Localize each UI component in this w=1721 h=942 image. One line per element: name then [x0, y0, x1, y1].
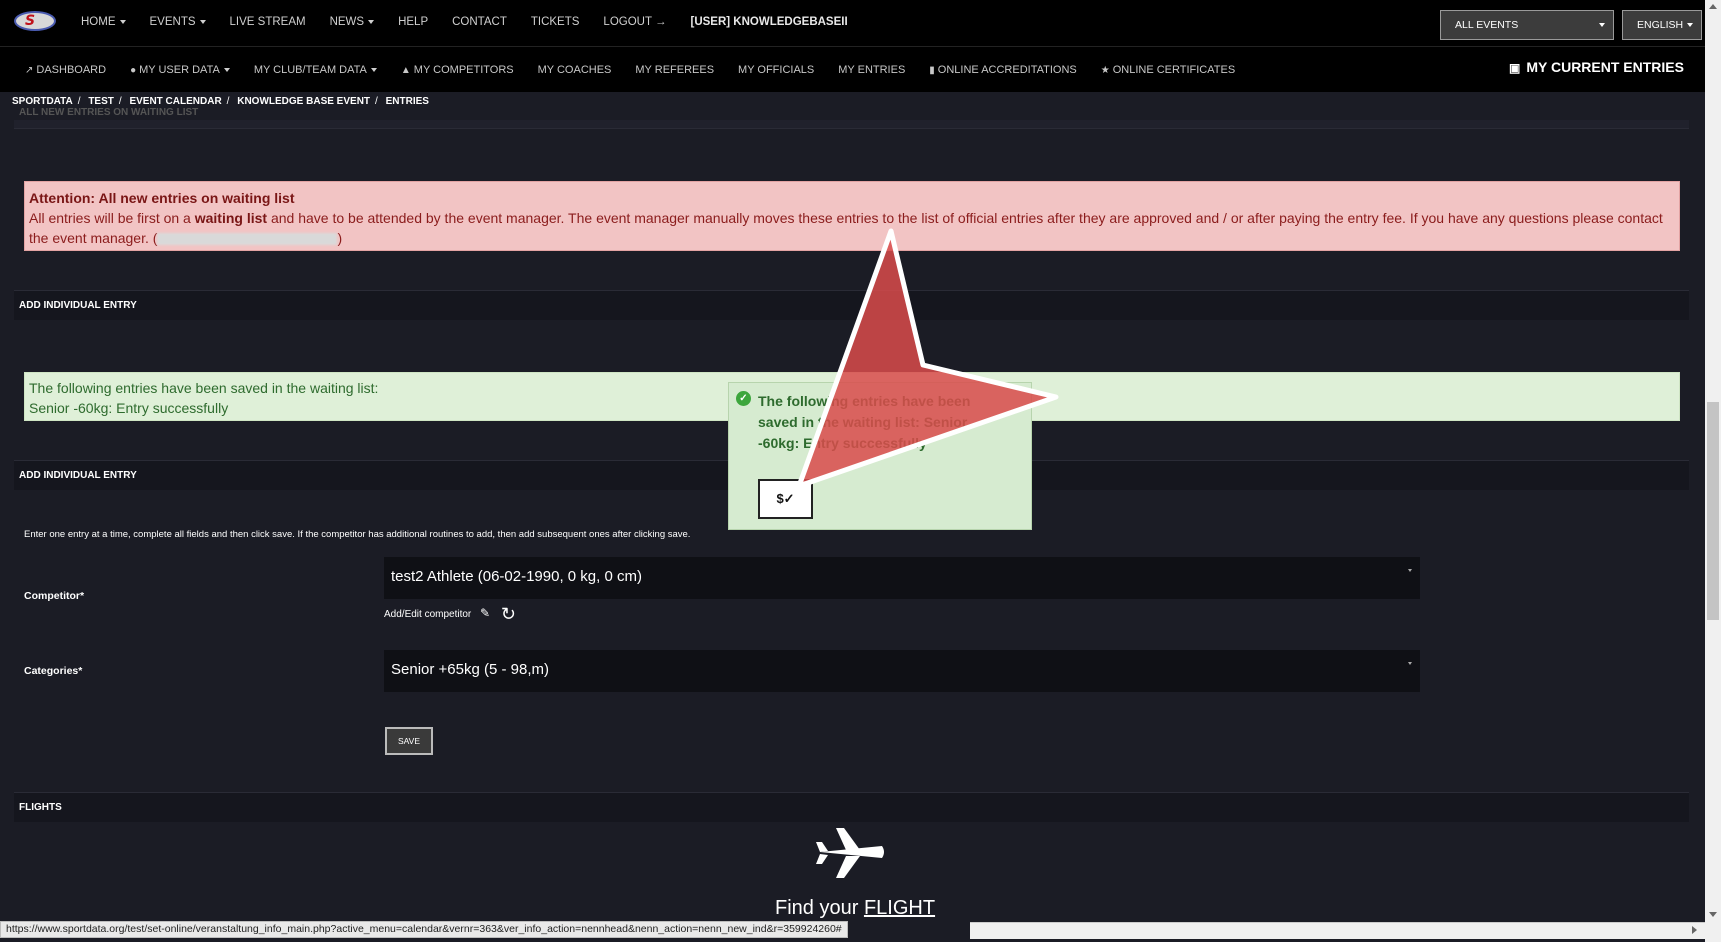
breadcrumb-item[interactable]: SPORTDATA [12, 96, 73, 107]
add-edit-competitor: Add/Edit competitor ✎ ↻ [384, 604, 516, 625]
horizontal-scrollbar[interactable] [970, 922, 1705, 939]
top-navbar: S HOME EVENTS LIVE STREAM NEWS HELP CONT… [0, 0, 1721, 46]
user-icon: ▲ [400, 65, 411, 76]
subnav-my-officials[interactable]: MY OFFICIALS [738, 63, 814, 78]
breadcrumb: SPORTDATA / TEST / EVENT CALENDAR / KNOWLED… [12, 96, 429, 107]
events-select[interactable]: ALL EVENTS [1440, 10, 1614, 40]
competitor-label: Competitor* [24, 590, 85, 602]
top-nav-menu: HOME EVENTS LIVE STREAM NEWS HELP CONTAC… [81, 14, 872, 30]
chevron-down-icon [1408, 569, 1412, 572]
nav-live-stream[interactable]: LIVE STREAM [230, 14, 306, 30]
user-navbar: ↗ DASHBOARD ● MY USER DATA MY CLUB/TEAM DA… [0, 46, 1721, 92]
logo-letter: S [25, 13, 36, 29]
categories-label: Categories* [24, 665, 83, 677]
subnav-my-coaches[interactable]: MY COACHES [538, 63, 612, 78]
attention-title: Attention: All new entries on waiting li… [29, 190, 295, 206]
refresh-icon[interactable]: ↻ [501, 604, 516, 624]
nav-contact[interactable]: CONTACT [452, 14, 507, 30]
add-edit-competitor-label: Add/Edit competitor [384, 609, 472, 621]
vertical-scrollbar-thumb[interactable] [1707, 402, 1719, 620]
redacted-email [157, 233, 338, 246]
nav-news[interactable]: NEWS [330, 14, 375, 30]
subnav-online-accreditations-label: ONLINE ACCREDITATIONS [937, 64, 1077, 76]
save-button[interactable]: SAVE [385, 727, 433, 755]
subnav-my-competitors-label: MY COMPETITORS [413, 64, 514, 76]
subnav-my-entries[interactable]: MY ENTRIES [838, 63, 905, 78]
breadcrumb-item[interactable]: TEST [88, 96, 114, 107]
competitor-select-value: test2 Athlete (06-02-1990, 0 kg, 0 cm) [391, 568, 642, 585]
close-paren: ) [337, 230, 343, 246]
scroll-up-icon[interactable] [1709, 4, 1717, 9]
popup-message: The following entries have been saved in… [758, 393, 971, 451]
section-header-waiting-list: ALL NEW ENTRIES ON WAITING LIST [19, 107, 199, 118]
form-hint: Enter one entry at a time, complete all … [24, 529, 691, 540]
chart-icon: ↗ [25, 65, 34, 76]
subnav-dashboard[interactable]: ↗ DASHBOARD [25, 63, 106, 78]
categories-select-value: Senior +65kg (5 - 98,m) [391, 661, 549, 678]
section-divider [14, 120, 1689, 129]
logout-icon: → [654, 16, 667, 28]
my-current-entries-label: MY CURRENT ENTRIES [1526, 59, 1684, 75]
panel-header-flights: FLIGHTS [14, 792, 1689, 822]
clipboard-icon: ▣ [1509, 61, 1521, 75]
status-bar-url: https://www.sportdata.org/test/set-onlin… [0, 921, 848, 938]
success-line-1: The following entries have been saved in… [29, 380, 379, 396]
attention-text-before: All entries will be first on a [29, 210, 191, 226]
success-popup: ✓ The following entries have been saved … [728, 382, 1032, 530]
language-select-value: ENGLISH [1637, 19, 1684, 31]
subnav-online-certificates[interactable]: ★ ONLINE CERTIFICATES [1101, 63, 1235, 78]
events-select-value: ALL EVENTS [1455, 19, 1519, 31]
find-flight-text: Find your FLIGHT [775, 897, 935, 920]
my-current-entries-link[interactable]: ▣ MY CURRENT ENTRIES [1509, 59, 1684, 75]
check-circle-icon: ✓ [736, 391, 751, 406]
subnav-dashboard-label: DASHBOARD [36, 64, 107, 76]
subnav-my-user-data-label: MY USER DATA [139, 64, 220, 76]
subnav-my-user-data[interactable]: ● MY USER DATA [130, 63, 230, 78]
success-line-2: Senior -60kg: Entry successfully [29, 400, 229, 416]
flight-link[interactable]: FLIGHT [864, 897, 935, 919]
language-select[interactable]: ENGLISH [1622, 10, 1702, 40]
subnav-online-certificates-label: ONLINE CERTIFICATES [1112, 64, 1236, 76]
nav-events[interactable]: EVENTS [150, 14, 206, 30]
popup-ok-button[interactable]: $✓ [758, 479, 813, 519]
nav-tickets[interactable]: TICKETS [531, 14, 580, 30]
user-circle-icon: ● [130, 65, 137, 76]
logout-label: LOGOUT [603, 16, 652, 28]
attention-alert: Attention: All new entries on waiting li… [24, 181, 1680, 251]
edit-icon[interactable]: ✎ [480, 606, 490, 620]
trophy-icon: ★ [1100, 65, 1110, 76]
subnav-my-referees[interactable]: MY REFEREES [635, 63, 714, 78]
scroll-down-icon[interactable] [1709, 912, 1717, 917]
nav-help[interactable]: HELP [398, 14, 428, 30]
sportdata-logo[interactable]: S [14, 11, 56, 31]
categories-select[interactable]: Senior +65kg (5 - 98,m) [384, 650, 1420, 692]
chevron-down-icon [1687, 23, 1693, 27]
breadcrumb-item[interactable]: ENTRIES [386, 96, 429, 107]
subnav-my-competitors[interactable]: ▲ MY COMPETITORS [401, 63, 514, 78]
nav-home[interactable]: HOME [81, 14, 126, 30]
breadcrumb-item[interactable]: EVENT CALENDAR [129, 96, 221, 107]
subnav-online-accreditations[interactable]: ▮ ONLINE ACCREDITATIONS [929, 63, 1076, 78]
nav-user[interactable]: [USER] KNOWLEDGEBASEII [690, 14, 847, 30]
nav-logout[interactable]: LOGOUT → [603, 14, 666, 30]
airplane-icon [816, 828, 884, 878]
panel-header-add-entry: ADD INDIVIDUAL ENTRY [14, 290, 1689, 320]
scroll-right-icon[interactable] [1692, 926, 1697, 934]
find-flight-label: Find your [775, 897, 859, 919]
breadcrumb-item[interactable]: KNOWLEDGE BASE EVENT [237, 96, 370, 107]
chevron-down-icon [1599, 23, 1605, 27]
chevron-down-icon [1408, 662, 1412, 665]
subnav-my-club-team-data[interactable]: MY CLUB/TEAM DATA [254, 63, 377, 78]
user-nav-menu: ↗ DASHBOARD ● MY USER DATA MY CLUB/TEAM DA… [25, 63, 1259, 78]
competitor-select[interactable]: test2 Athlete (06-02-1990, 0 kg, 0 cm) [384, 557, 1420, 599]
badge-icon: ▮ [929, 65, 935, 76]
attention-waiting-list: waiting list [194, 210, 268, 226]
